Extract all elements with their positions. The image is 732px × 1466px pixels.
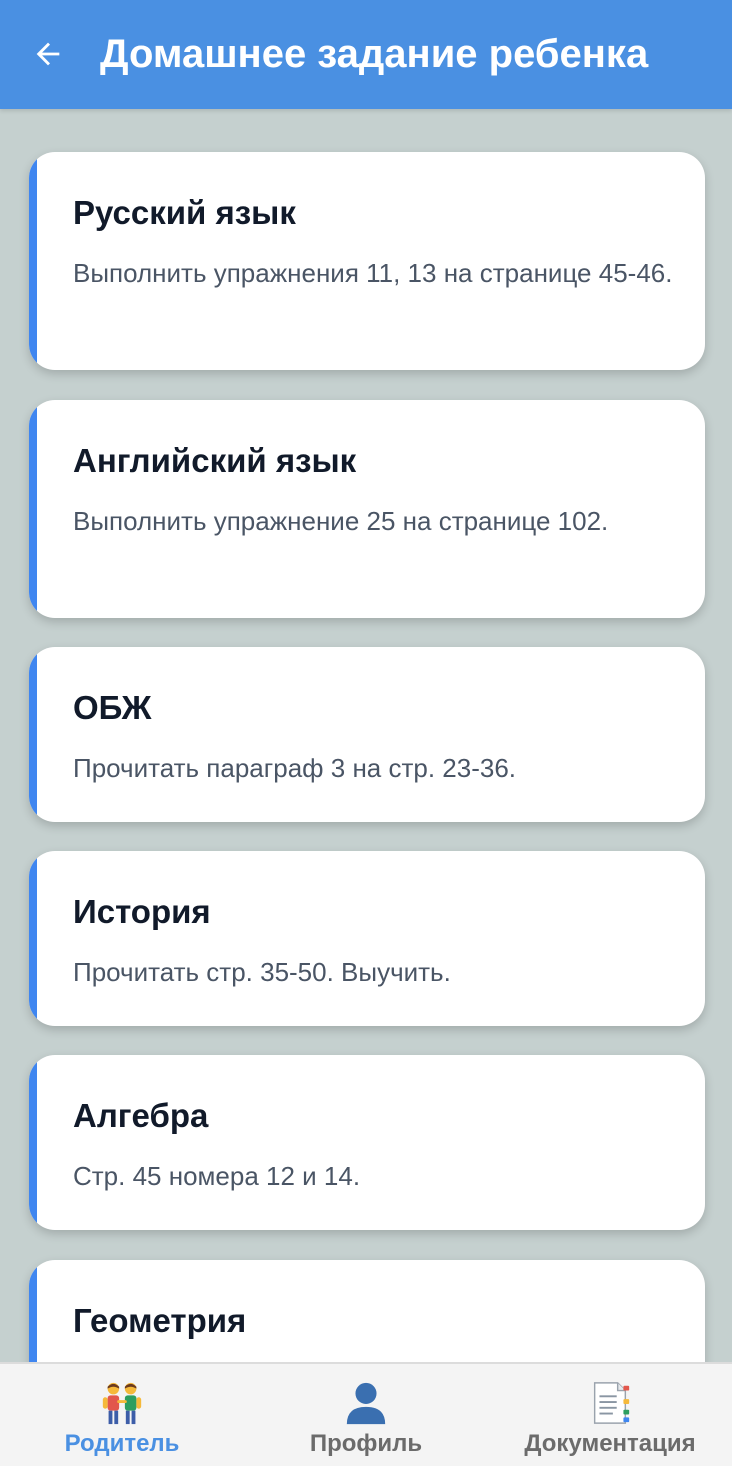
nav-item-profile[interactable]: Профиль [244,1364,488,1466]
nav-label: Профиль [309,1430,423,1457]
bottom-navigation: Родитель Профиль Документация [0,1362,732,1466]
card-task: Стр. 45 номера 12 и 14. [73,1161,361,1191]
nav-item-parent[interactable]: Родитель [0,1364,244,1466]
homework-card[interactable]: Русский язык Выполнить упражнения 11, 13… [29,152,705,370]
arrow-left-icon [36,42,60,66]
nav-item-documentation[interactable]: Документация [488,1364,732,1466]
homework-card[interactable]: Английский язык Выполнить упражнение 25 … [29,400,705,618]
card-subject: ОБЖ [73,689,152,726]
homework-card[interactable]: История Прочитать стр. 35-50. Выучить. [29,851,705,1026]
app-bar: Домашнее задание ребенка [0,0,732,109]
card-accent [29,152,37,370]
card-subject: Английский язык [73,442,357,479]
card-task: Выполнить упражнение 25 на странице 102. [73,506,609,536]
card-subject: История [73,893,211,930]
card-accent [29,1260,37,1362]
homework-list[interactable]: Русский язык Выполнить упражнения 11, 13… [0,109,732,1362]
card-accent [29,647,37,822]
card-subject: Русский язык [73,194,296,231]
document-icon [593,1382,630,1424]
parents-icon [102,1382,142,1425]
card-task: Выполнить упражнения 11, 13 на странице … [73,258,673,288]
card-task: Прочитать параграф 3 на стр. 23-36. [73,753,517,783]
card-task: Прочитать стр. 35-50. Выучить. [73,957,451,987]
back-button[interactable] [28,34,68,74]
card-subject: Геометрия [73,1302,247,1339]
card-accent [29,851,37,1026]
homework-card[interactable]: Алгебра Стр. 45 номера 12 и 14. [29,1055,705,1230]
profile-icon [346,1382,386,1425]
nav-label: Документация [524,1430,696,1457]
homework-card[interactable]: ОБЖ Прочитать параграф 3 на стр. 23-36. [29,647,705,822]
card-subject: Алгебра [73,1097,209,1134]
card-accent [29,400,37,618]
nav-label: Родитель [64,1430,180,1457]
card-accent [29,1055,37,1230]
homework-card[interactable]: Геометрия [29,1260,705,1362]
page-title: Домашнее задание ребенка [100,32,649,76]
